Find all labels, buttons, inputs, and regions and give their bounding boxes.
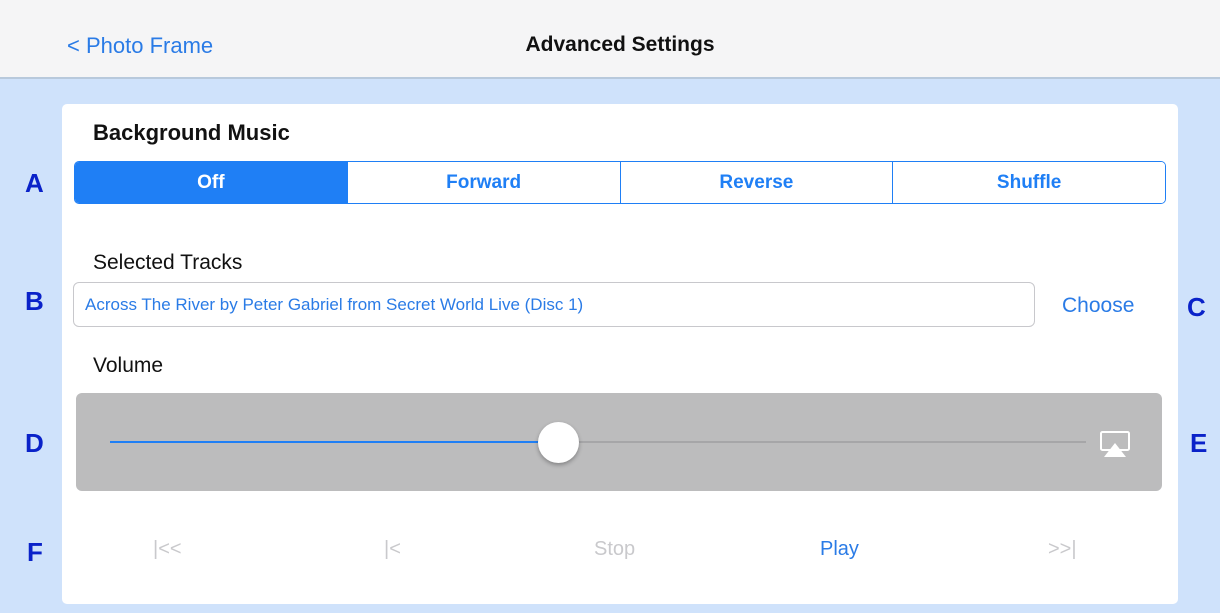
segment-shuffle[interactable]: Shuffle [892, 162, 1165, 203]
segment-forward[interactable]: Forward [346, 162, 620, 203]
segment-reverse[interactable]: Reverse [619, 162, 893, 203]
airplay-icon[interactable] [1099, 430, 1131, 460]
marker-c: C [1187, 292, 1206, 322]
selected-tracks-field[interactable]: Across The River by Peter Gabriel from S… [73, 282, 1035, 327]
skip-to-start-button[interactable]: |<< [153, 538, 182, 561]
previous-track-button[interactable]: |< [384, 538, 401, 561]
choose-button[interactable]: Choose [1062, 294, 1134, 318]
page-title: Advanced Settings [525, 33, 715, 56]
play-button[interactable]: Play [820, 538, 859, 561]
segment-off[interactable]: Off [75, 162, 347, 203]
selected-tracks-label: Selected Tracks [93, 251, 243, 274]
marker-b: B [25, 286, 44, 316]
skip-to-end-button[interactable]: >>| [1048, 538, 1077, 561]
marker-d: D [25, 428, 44, 458]
navigation-bar: < Photo Frame Advanced Settings [0, 0, 1220, 79]
marker-f: F [27, 537, 43, 567]
background-music-heading: Background Music [93, 120, 290, 145]
stop-button[interactable]: Stop [594, 538, 635, 561]
volume-slider[interactable] [110, 441, 1086, 443]
marker-a: A [25, 168, 44, 198]
background-music-segmented-control: Off Forward Reverse Shuffle [74, 161, 1166, 204]
volume-label: Volume [93, 354, 164, 377]
marker-e: E [1190, 428, 1208, 458]
volume-slider-fill [110, 441, 559, 443]
volume-slider-thumb[interactable] [538, 422, 579, 463]
